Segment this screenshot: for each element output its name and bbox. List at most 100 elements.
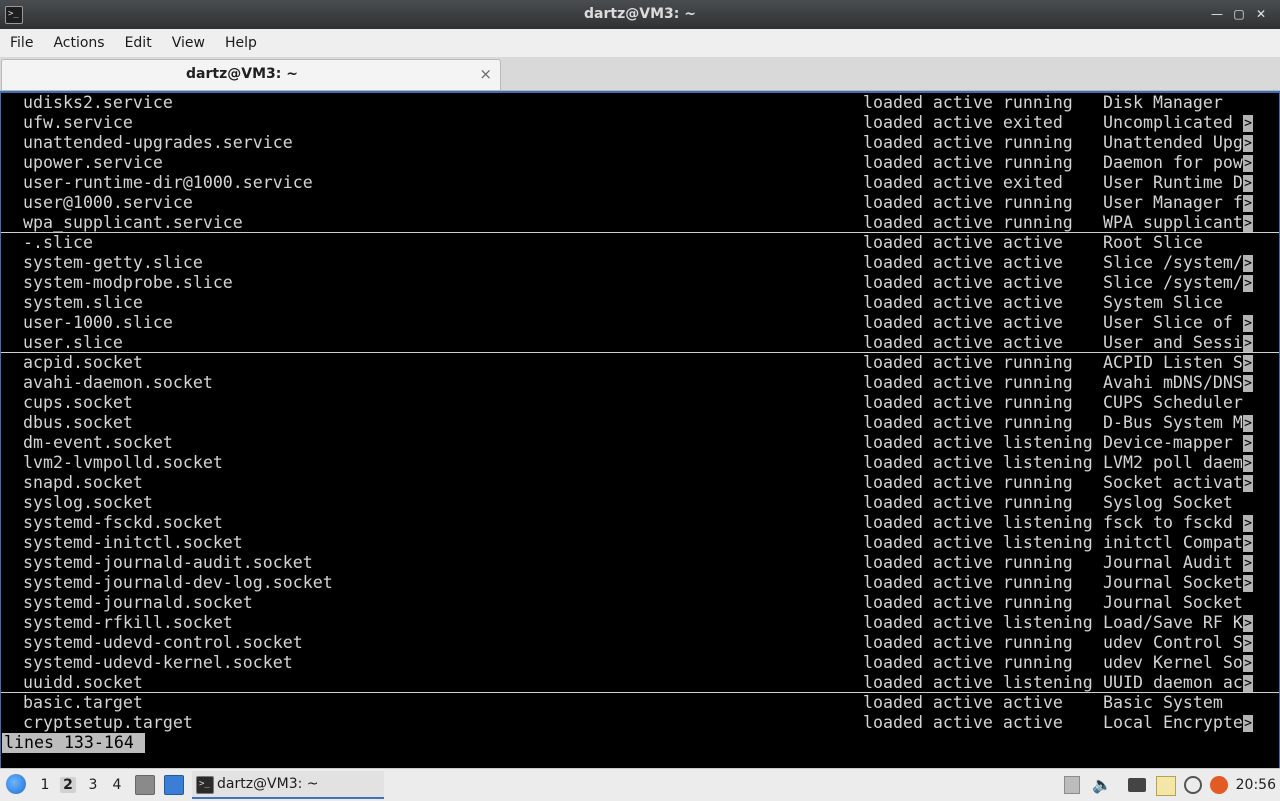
unit-description: udev Control S [1103, 633, 1243, 652]
terminal-line: systemd-udevd-control.socket loaded activ… [1, 633, 1279, 653]
unit-state: loaded active listening [863, 513, 1093, 532]
minimize-icon[interactable]: — [1206, 5, 1228, 23]
terminal-line: systemd-journald-dev-log.socket loaded ac… [1, 573, 1279, 593]
unit-name: systemd-journald.socket [23, 593, 253, 612]
unit-state: loaded active listening [863, 613, 1093, 632]
truncation-marker: > [1243, 655, 1253, 672]
unit-description: D-Bus System M [1103, 413, 1243, 432]
truncation-marker: > [1243, 675, 1253, 692]
terminal-line: user.slice loaded active active User and S… [1, 333, 1279, 353]
unit-name: syslog.socket [23, 493, 153, 512]
unit-description: udev Kernel So [1103, 653, 1243, 672]
terminal-line: avahi-daemon.socket loaded active running… [1, 373, 1279, 393]
truncation-marker: > [1243, 475, 1253, 492]
truncation-marker: > [1243, 575, 1253, 592]
truncation-marker: > [1243, 515, 1253, 532]
terminal-line: system.slice loaded active active System S… [1, 293, 1279, 313]
menu-edit[interactable]: Edit [115, 29, 162, 57]
unit-state: loaded active running [863, 633, 1073, 652]
update-icon[interactable] [1184, 776, 1202, 794]
menu-help[interactable]: Help [215, 29, 267, 57]
unit-state: loaded active active [863, 293, 1063, 312]
menu-file[interactable]: File [0, 29, 43, 57]
terminal-line: system-getty.slice loaded active active Sl… [1, 253, 1279, 273]
show-desktop-icon[interactable] [164, 775, 184, 795]
unit-name: avahi-daemon.socket [23, 373, 213, 392]
unit-name: dm-event.socket [23, 433, 173, 452]
unit-description: Device-mapper [1103, 433, 1233, 452]
unit-state: loaded active running [863, 653, 1073, 672]
unit-state: loaded active exited [863, 113, 1063, 132]
volume-icon[interactable]: 🔈 [1092, 776, 1112, 794]
start-menu-icon[interactable] [6, 774, 26, 794]
unit-description: User and Sessi [1103, 333, 1243, 352]
unit-name: user-1000.slice [23, 313, 173, 332]
tab-bar: dartz@VM3: ~ × [0, 57, 1280, 91]
unit-state: loaded active running [863, 353, 1073, 372]
terminal-lines: udisks2.service loaded active running Disk… [1, 93, 1279, 733]
pager-status: lines 133-164 [2, 733, 145, 753]
terminal-line: snapd.socket loaded active running Socket … [1, 473, 1279, 493]
unit-state: loaded active active [863, 333, 1063, 352]
unit-name: basic.target [23, 693, 143, 712]
terminal-task-icon: >_ [196, 776, 214, 794]
unit-state: loaded active running [863, 393, 1073, 412]
maximize-icon[interactable]: ▢ [1228, 5, 1250, 23]
terminal-line: syslog.socket loaded active running Syslog… [1, 493, 1279, 513]
truncation-marker: > [1243, 355, 1253, 372]
unit-state: loaded active running [863, 573, 1073, 592]
unit-description: Journal Audit [1103, 553, 1233, 572]
menu-actions[interactable]: Actions [43, 29, 114, 57]
unit-description: System Slice [1103, 293, 1223, 312]
unit-description: Slice /system/ [1103, 253, 1243, 272]
unit-name: systemd-udevd-kernel.socket [23, 653, 293, 672]
unit-state: loaded active running [863, 413, 1073, 432]
taskbar-task-terminal[interactable]: >_ dartz@VM3: ~ [192, 771, 384, 799]
file-manager-icon[interactable] [135, 775, 155, 795]
unit-name: systemd-rfkill.socket [23, 613, 233, 632]
unit-description: fsck to fsckd [1103, 513, 1233, 532]
unit-state: loaded active running [863, 153, 1073, 172]
terminal-line: udisks2.service loaded active running Disk… [1, 93, 1279, 113]
workspace-2[interactable]: 2 [60, 777, 76, 793]
terminal-line: user@1000.service loaded active running Us… [1, 193, 1279, 213]
unit-name: systemd-initctl.socket [23, 533, 243, 552]
terminal-line: user-1000.slice loaded active active User … [1, 313, 1279, 333]
terminal-output[interactable]: udisks2.service loaded active running Disk… [0, 91, 1280, 770]
workspace-4[interactable]: 4 [109, 777, 125, 793]
unit-name: systemd-journald-audit.socket [23, 553, 313, 572]
unit-name: systemd-fsckd.socket [23, 513, 223, 532]
truncation-marker: > [1243, 615, 1253, 632]
unit-state: loaded active active [863, 693, 1063, 712]
unit-state: loaded active active [863, 713, 1063, 732]
keyboard-icon[interactable] [1128, 778, 1146, 792]
truncation-marker: > [1243, 375, 1253, 392]
terminal-line: unattended-upgrades.service loaded active… [1, 133, 1279, 153]
clipboard-icon[interactable] [1156, 776, 1176, 796]
unit-description: WPA supplicant [1103, 213, 1243, 232]
tab-close-icon[interactable]: × [479, 65, 492, 83]
terminal-line: dm-event.socket loaded active listening De… [1, 433, 1279, 453]
unit-description: Disk Manager [1103, 93, 1223, 112]
close-icon[interactable]: ✕ [1250, 5, 1272, 23]
unit-description: Local Encrypte [1103, 713, 1243, 732]
unit-state: loaded active running [863, 473, 1073, 492]
network-icon[interactable] [1064, 776, 1080, 794]
terminal-tab[interactable]: dartz@VM3: ~ × [1, 59, 501, 90]
truncation-marker: > [1243, 215, 1253, 232]
terminal-line: acpid.socket loaded active running ACPID L… [1, 353, 1279, 373]
unit-state: loaded active listening [863, 673, 1093, 692]
unit-description: User Manager f [1103, 193, 1243, 212]
menu-view[interactable]: View [162, 29, 215, 57]
unit-description: Slice /system/ [1103, 273, 1243, 292]
terminal-line: systemd-journald.socket loaded active run… [1, 593, 1279, 613]
workspace-3[interactable]: 3 [85, 777, 101, 793]
workspace-1[interactable]: 1 [37, 777, 53, 793]
clock: 20:56 [1235, 777, 1276, 793]
window-titlebar[interactable]: >_ dartz@VM3: ~ — ▢ ✕ [0, 0, 1280, 29]
terminal-line: systemd-udevd-kernel.socket loaded active… [1, 653, 1279, 673]
unit-name: upower.service [23, 153, 163, 172]
terminal-line: lvm2-lvmpolld.socket loaded active listen… [1, 453, 1279, 473]
unit-state: loaded active listening [863, 453, 1093, 472]
power-icon[interactable] [1210, 776, 1228, 794]
